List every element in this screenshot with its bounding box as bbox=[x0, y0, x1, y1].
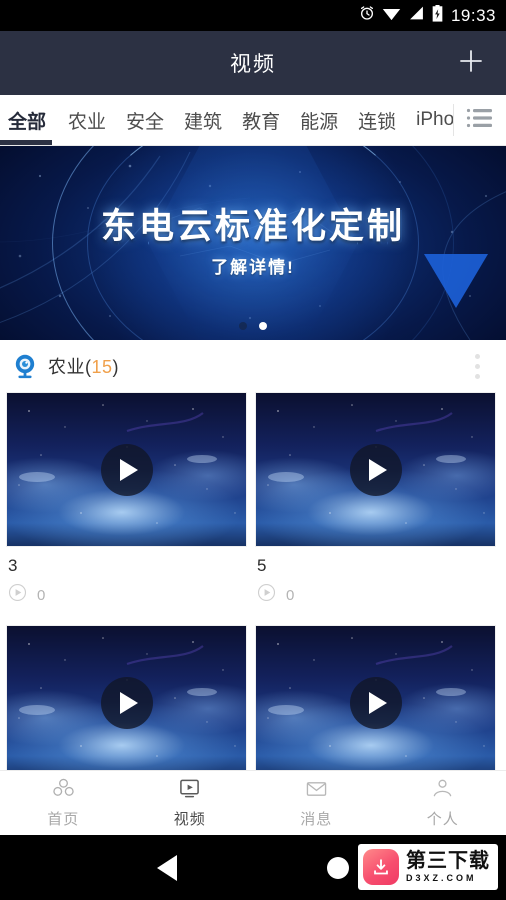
section-paren-close: ) bbox=[112, 357, 120, 377]
tab-safety[interactable]: 安全 bbox=[116, 95, 174, 145]
video-title: 5 bbox=[257, 556, 267, 575]
status-time: 19:33 bbox=[450, 5, 496, 25]
watermark-cn: 第三下载 bbox=[406, 850, 490, 872]
video-meta: 0 bbox=[6, 576, 247, 617]
tab-agriculture[interactable]: 农业 bbox=[58, 95, 116, 145]
play-button-icon[interactable] bbox=[349, 676, 402, 729]
video-play-count: 0 bbox=[37, 586, 46, 604]
promo-banner[interactable]: 东电云标准化定制 了解详情! bbox=[0, 146, 506, 340]
more-vertical-icon-dot bbox=[474, 363, 480, 369]
android-navigation-bar: 第三下载 D3XZ.COM bbox=[0, 835, 506, 900]
nav-item-messages[interactable]: 消息 bbox=[253, 778, 380, 829]
person-icon bbox=[431, 778, 454, 804]
video-title: 3 bbox=[8, 556, 18, 575]
tab-label: 农业 bbox=[68, 111, 107, 133]
battery-charging-icon bbox=[432, 4, 443, 27]
video-thumbnail[interactable] bbox=[6, 392, 247, 547]
video-thumbnail[interactable] bbox=[6, 625, 247, 781]
tab-label: 连锁 bbox=[358, 111, 397, 133]
video-card[interactable] bbox=[255, 625, 496, 789]
nav-item-profile[interactable]: 个人 bbox=[380, 778, 506, 829]
banner-subtitle: 了解详情! bbox=[211, 258, 295, 277]
tab-label: 建筑 bbox=[184, 111, 223, 133]
video-thumbnail[interactable] bbox=[255, 625, 496, 781]
tab-education[interactable]: 教育 bbox=[232, 95, 290, 145]
banner-pagination bbox=[0, 322, 506, 330]
nav-label: 个人 bbox=[426, 810, 459, 828]
nav-label: 首页 bbox=[47, 810, 80, 828]
list-menu-icon bbox=[466, 107, 494, 134]
play-circle-icon bbox=[257, 583, 276, 607]
home-cubes-icon bbox=[52, 778, 75, 804]
envelope-icon bbox=[305, 778, 328, 804]
video-card[interactable]: 5 0 bbox=[255, 392, 496, 617]
tab-label: 全部 bbox=[8, 111, 47, 133]
page-title: 视频 bbox=[230, 53, 276, 76]
tab-chain[interactable]: 连锁 bbox=[348, 95, 406, 145]
more-vertical-icon-dot bbox=[474, 373, 480, 379]
nav-label: 视频 bbox=[173, 810, 206, 828]
video-card[interactable] bbox=[6, 625, 247, 789]
home-circle-icon[interactable] bbox=[327, 856, 349, 879]
nav-label: 消息 bbox=[300, 810, 333, 828]
add-button[interactable] bbox=[450, 42, 492, 84]
tab-all[interactable]: 全部 bbox=[0, 95, 58, 145]
section-title: 农业(15) bbox=[48, 353, 119, 379]
wifi-icon bbox=[382, 5, 401, 26]
tab-energy[interactable]: 能源 bbox=[290, 95, 348, 145]
video-card[interactable]: 3 0 bbox=[6, 392, 247, 617]
app-screen: 19:33 视频 全部 农业 安全 建筑 教育 能源 连锁 iPhone bbox=[0, 0, 506, 900]
plus-icon bbox=[457, 47, 485, 80]
banner-title: 东电云标准化定制 bbox=[100, 207, 405, 247]
signal-icon bbox=[408, 5, 425, 26]
tab-construction[interactable]: 建筑 bbox=[174, 95, 232, 145]
status-icons bbox=[359, 4, 443, 27]
watermark-badge: 第三下载 D3XZ.COM bbox=[358, 844, 498, 890]
video-play-count: 0 bbox=[286, 586, 295, 604]
play-button-icon[interactable] bbox=[100, 443, 153, 496]
section-name: 农业 bbox=[48, 357, 85, 377]
video-thumbnail[interactable] bbox=[255, 392, 496, 547]
nav-item-video[interactable]: 视频 bbox=[127, 778, 254, 829]
back-triangle-icon[interactable] bbox=[157, 854, 177, 881]
tab-label: 能源 bbox=[300, 111, 339, 133]
more-vertical-icon-dot bbox=[474, 353, 480, 359]
video-grid: 3 0 5 0 bbox=[0, 392, 506, 789]
video-meta: 0 bbox=[255, 576, 496, 617]
section-count: 15 bbox=[91, 357, 113, 377]
category-menu-button[interactable] bbox=[454, 95, 506, 145]
tab-label: 教育 bbox=[242, 111, 281, 133]
tab-label: iPhone bbox=[416, 109, 453, 130]
download-arrow-icon bbox=[363, 849, 399, 885]
play-button-icon[interactable] bbox=[349, 443, 402, 496]
section-header: 农业(15) bbox=[0, 340, 506, 392]
app-bar: 视频 bbox=[0, 31, 506, 95]
webcam-icon bbox=[8, 349, 42, 383]
tab-label: 安全 bbox=[126, 111, 165, 133]
play-button-icon[interactable] bbox=[100, 676, 153, 729]
watermark-text: 第三下载 D3XZ.COM bbox=[406, 851, 490, 883]
banner-dot-active[interactable] bbox=[259, 322, 267, 330]
section-more-button[interactable] bbox=[462, 347, 492, 385]
banner-dot[interactable] bbox=[239, 322, 247, 330]
alarm-icon bbox=[359, 5, 375, 26]
watermark-en: D3XZ.COM bbox=[406, 873, 477, 883]
status-bar: 19:33 bbox=[0, 0, 506, 31]
nav-item-home[interactable]: 首页 bbox=[0, 778, 127, 829]
category-tab-bar: 全部 农业 安全 建筑 教育 能源 连锁 iPhone bbox=[0, 95, 506, 146]
bottom-navigation: 首页 视频 消息 个人 bbox=[0, 770, 506, 835]
category-tabs-scroller[interactable]: 全部 农业 安全 建筑 教育 能源 连锁 iPhone bbox=[0, 95, 453, 145]
tab-iphone[interactable]: iPhone bbox=[406, 95, 453, 145]
video-screen-icon bbox=[178, 778, 201, 804]
play-circle-icon bbox=[8, 583, 27, 607]
